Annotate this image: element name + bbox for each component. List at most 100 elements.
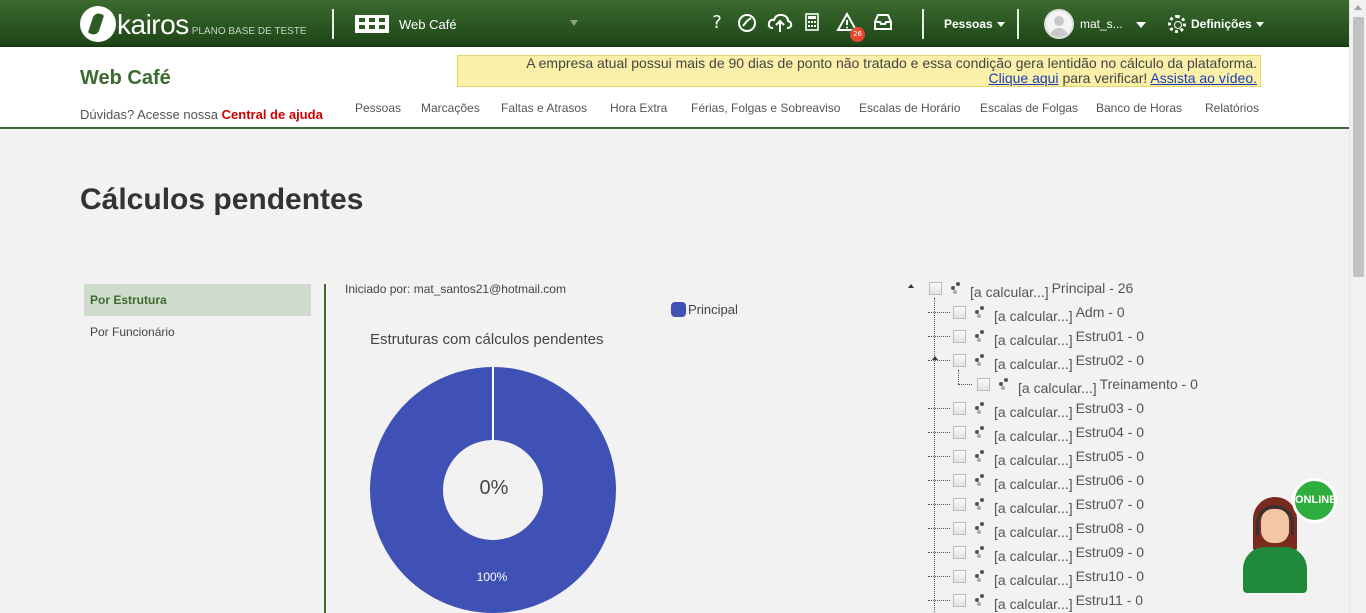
calculator-icon[interactable] xyxy=(799,12,825,36)
nav-item-escalas-horario[interactable]: Escalas de Horário xyxy=(859,101,960,115)
chart-legend[interactable]: Principal xyxy=(671,302,738,317)
pessoas-menu[interactable]: Pessoas xyxy=(944,17,1005,31)
nav-item-ferias[interactable]: Férias, Folgas e Sobreaviso xyxy=(691,101,840,115)
settings-menu[interactable]: Definições xyxy=(1168,15,1264,33)
tree-checkbox[interactable] xyxy=(953,545,966,559)
sub-header: Web Café Dúvidas? Acesse nossa Central d… xyxy=(0,47,1349,129)
tree-line xyxy=(928,576,950,577)
tree-line xyxy=(928,408,950,409)
alert-text: A empresa atual possui mais de 90 dias d… xyxy=(526,55,1257,71)
avatar[interactable] xyxy=(1044,9,1074,39)
tree-node-label: Estru03 - 0 xyxy=(1075,400,1145,416)
tab-por-funcionario[interactable]: Por Funcionário xyxy=(84,316,311,348)
tree-node-label: Estru10 - 0 xyxy=(1075,568,1145,584)
cloud-upload-icon[interactable] xyxy=(767,12,793,36)
tree-node-label: Estru11 - 0 xyxy=(1075,592,1144,608)
chevron-down-icon[interactable] xyxy=(1136,22,1146,28)
tree-expander-icon[interactable] xyxy=(932,356,938,360)
tree-line xyxy=(958,384,972,385)
tree-line xyxy=(958,370,959,384)
tree-calc-label: [a calcular...] xyxy=(994,428,1073,444)
tree-checkbox[interactable] xyxy=(953,521,966,535)
tree-checkbox[interactable] xyxy=(953,497,966,511)
tree-calc-label: [a calcular...] xyxy=(970,284,1049,300)
tree-node[interactable]: [a calcular...] Estru09 - 0 xyxy=(928,540,1144,564)
tree-node[interactable]: [a calcular...] Estru03 - 0 xyxy=(928,396,1145,420)
divider xyxy=(1017,9,1019,39)
structure-node-icon xyxy=(974,401,988,415)
scroll-thumb[interactable] xyxy=(1353,17,1364,277)
tree-node[interactable]: [a calcular...] Estru10 - 0 xyxy=(928,564,1145,588)
alert-video-link[interactable]: Assista ao vídeo. xyxy=(1150,70,1257,86)
company-grid-icon xyxy=(355,15,389,33)
tree-line xyxy=(928,504,950,505)
tree-calc-label: [a calcular...] xyxy=(994,356,1073,372)
tree-line xyxy=(928,480,950,481)
structure-tree: [a calcular...] Principal - 26 [a calcular… xyxy=(900,276,1220,613)
brand-title: Web Café xyxy=(80,67,171,89)
structure-node-icon xyxy=(974,353,988,367)
tree-checkbox[interactable] xyxy=(953,473,966,487)
tree-node-label: Adm - 0 xyxy=(1075,304,1125,320)
nav-item-marcacoes[interactable]: Marcações xyxy=(421,101,480,115)
online-chat-button[interactable]: ONLINE xyxy=(1292,478,1337,523)
kairos-logo[interactable]: kairos PLANO BASE DE TESTE xyxy=(80,4,307,42)
tree-node[interactable]: [a calcular...] Estru08 - 0 xyxy=(928,516,1144,540)
user-name[interactable]: mat_s... xyxy=(1080,17,1123,31)
tree-checkbox[interactable] xyxy=(953,305,966,319)
tree-node[interactable]: [a calcular...] Treinamento - 0 xyxy=(977,372,1198,396)
tree-checkbox[interactable] xyxy=(953,353,966,367)
structure-node-icon xyxy=(974,545,988,559)
company-selector[interactable]: Web Café xyxy=(355,15,457,33)
top-bar: kairos PLANO BASE DE TESTE Web Café ? 26… xyxy=(0,0,1349,47)
alert-check-link[interactable]: Clique aqui xyxy=(988,70,1058,86)
divider xyxy=(324,284,326,613)
tree-node[interactable]: [a calcular...] Estru07 - 0 xyxy=(928,492,1145,516)
tree-node-label: Estru07 - 0 xyxy=(1075,496,1145,512)
tree-checkbox[interactable] xyxy=(953,329,966,343)
tree-node-label: Principal - 26 xyxy=(1051,280,1134,296)
nav-item-faltas-atrasos[interactable]: Faltas e Atrasos xyxy=(501,101,587,115)
tree-node-label: Estru01 - 0 xyxy=(1075,328,1145,344)
tree-checkbox[interactable] xyxy=(953,449,966,463)
started-by-text: Iniciado por: mat_santos21@hotmail.com xyxy=(345,282,566,296)
tree-node[interactable]: [a calcular...] Estru06 - 0 xyxy=(928,468,1144,492)
ponto-icon[interactable] xyxy=(734,12,760,36)
tree-node[interactable]: [a calcular...] Estru04 - 0 xyxy=(928,420,1145,444)
tree-node[interactable]: [a calcular...] Principal - 26 xyxy=(929,276,1133,300)
tree-expander-icon[interactable] xyxy=(908,284,914,288)
nav-item-relatorios[interactable]: Relatórios xyxy=(1205,101,1259,115)
scroll-up-icon[interactable] xyxy=(1354,5,1362,10)
legend-swatch xyxy=(671,302,686,317)
company-name: Web Café xyxy=(399,16,457,32)
nav-item-pessoas[interactable]: Pessoas xyxy=(355,101,401,115)
tree-node[interactable]: [a calcular...] Estru02 - 0 xyxy=(928,348,1144,372)
help-icon[interactable]: ? xyxy=(704,12,730,36)
chevron-down-icon[interactable] xyxy=(570,20,578,26)
tree-node[interactable]: [a calcular...] Estru05 - 0 xyxy=(928,444,1144,468)
tree-checkbox[interactable] xyxy=(929,281,942,295)
tree-node[interactable]: [a calcular...] Estru11 - 0 xyxy=(928,588,1144,612)
tree-checkbox[interactable] xyxy=(977,377,990,391)
tree-line xyxy=(928,600,950,601)
nav-item-banco-horas[interactable]: Banco de Horas xyxy=(1096,101,1182,115)
structure-node-icon xyxy=(974,425,988,439)
tree-checkbox[interactable] xyxy=(953,569,966,583)
structure-node-icon xyxy=(974,473,988,487)
tree-node[interactable]: [a calcular...] Estru01 - 0 xyxy=(928,324,1145,348)
tree-line xyxy=(928,432,950,433)
tree-checkbox[interactable] xyxy=(953,593,966,607)
scrollbar[interactable] xyxy=(1349,0,1366,613)
tree-node-label: Estru04 - 0 xyxy=(1075,424,1145,440)
tree-calc-label: [a calcular...] xyxy=(1018,380,1097,396)
tree-line xyxy=(928,360,950,361)
nav-item-escalas-folgas[interactable]: Escalas de Folgas xyxy=(980,101,1078,115)
tree-node[interactable]: [a calcular...] Adm - 0 xyxy=(928,300,1125,324)
help-center-link[interactable]: Central de ajuda xyxy=(222,107,323,122)
chevron-down-icon xyxy=(1255,21,1264,27)
nav-item-hora-extra[interactable]: Hora Extra xyxy=(610,101,667,115)
tree-checkbox[interactable] xyxy=(953,401,966,415)
tab-por-estrutura[interactable]: Por Estrutura xyxy=(84,284,311,316)
inbox-icon[interactable] xyxy=(870,12,896,36)
tree-checkbox[interactable] xyxy=(953,425,966,439)
